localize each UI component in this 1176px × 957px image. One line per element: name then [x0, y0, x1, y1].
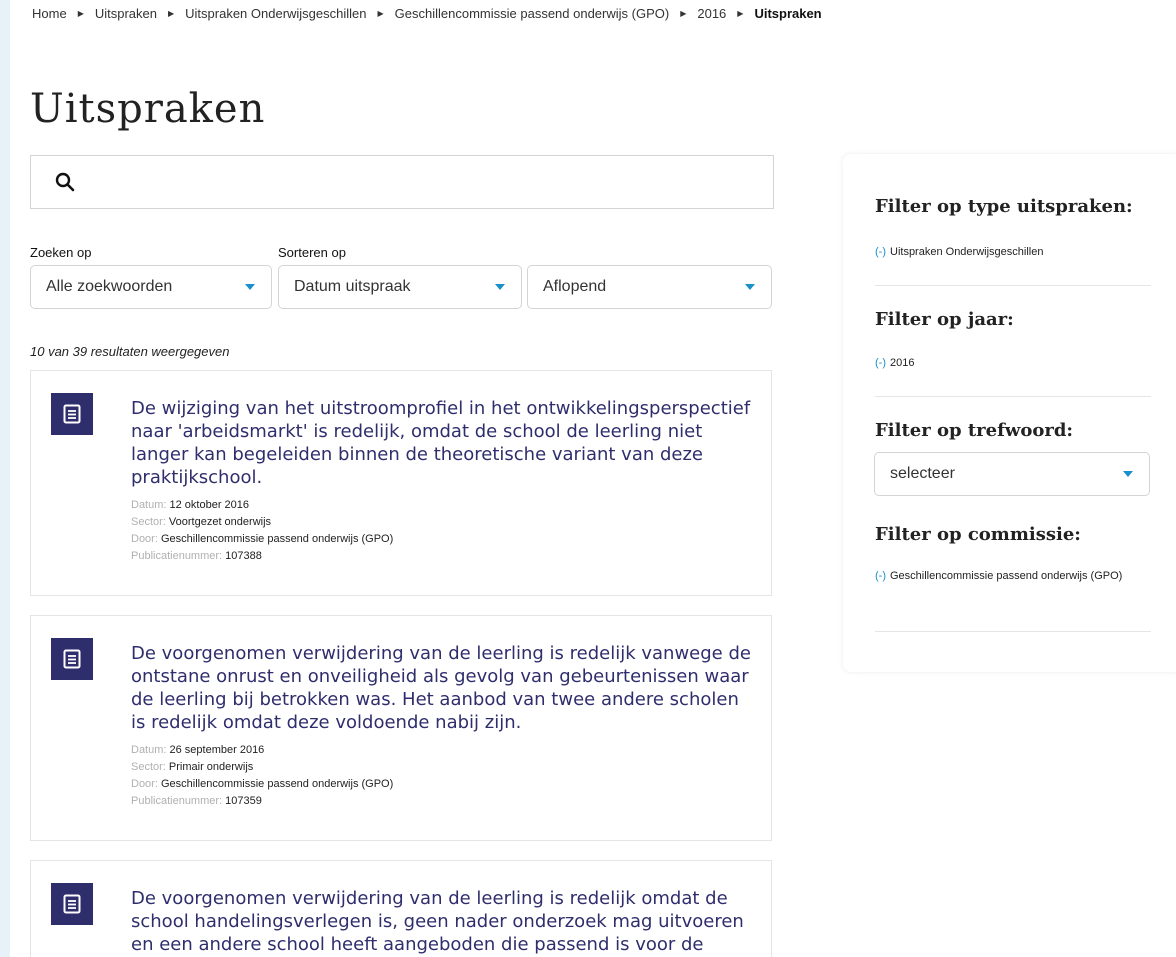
zoeken-op-value: Alle zoekwoorden	[46, 278, 173, 295]
meta-value: Geschillencommissie passend onderwijs (G…	[160, 778, 394, 790]
meta-value: Primair onderwijs	[168, 761, 254, 773]
chevron-down-icon	[495, 284, 505, 290]
meta-value: 107359	[225, 795, 262, 807]
chevron-down-icon	[745, 284, 755, 290]
keyword-select[interactable]: selecteer	[874, 452, 1150, 496]
result-count: 10 van 39 resultaten weergegeven	[30, 344, 230, 359]
result-title[interactable]: De voorgenomen verwijdering van de leerl…	[131, 887, 756, 957]
breadcrumb-gpo[interactable]: Geschillencommissie passend onderwijs (G…	[395, 6, 670, 21]
sorteren-op-label: Sorteren op	[278, 245, 346, 260]
meta-key: Door:	[131, 533, 161, 545]
meta-publicatienummer: Publicatienummer: 107359	[131, 793, 393, 810]
result-meta: Datum: 26 september 2016 Sector: Primair…	[131, 742, 393, 810]
sort-order-select[interactable]: Aflopend	[527, 265, 772, 309]
filter-type-heading: Filter op type uitspraken:	[875, 196, 1133, 217]
breadcrumb-separator-icon: ▶	[680, 9, 687, 18]
filter-commission-heading: Filter op commissie:	[875, 524, 1081, 545]
breadcrumb-onderwijsgeschillen[interactable]: Uitspraken Onderwijsgeschillen	[185, 6, 366, 21]
zoeken-op-label: Zoeken op	[30, 245, 92, 260]
result-title[interactable]: De voorgenomen verwijdering van de leerl…	[131, 642, 756, 734]
remove-filter-icon[interactable]: (-)	[875, 357, 886, 369]
meta-door: Door: Geschillencommissie passend onderw…	[131, 776, 393, 793]
breadcrumb-uitspraken[interactable]: Uitspraken	[95, 6, 157, 21]
meta-key: Sector:	[131, 516, 169, 528]
sort-order-value: Aflopend	[543, 278, 607, 295]
divider	[875, 396, 1151, 397]
meta-datum: Datum: 26 september 2016	[131, 742, 393, 759]
chevron-down-icon	[245, 284, 255, 290]
filter-commission-value: Geschillencommissie passend onderwijs (G…	[890, 570, 1123, 582]
meta-key: Datum:	[131, 744, 170, 756]
zoeken-op-select[interactable]: Alle zoekwoorden	[30, 265, 272, 309]
filter-type-item[interactable]: (-) Uitspraken Onderwijsgeschillen	[875, 244, 1155, 261]
filter-keyword-heading: Filter op trefwoord:	[875, 420, 1074, 441]
meta-key: Datum:	[131, 499, 170, 511]
filter-year-heading: Filter op jaar:	[875, 309, 1014, 330]
document-icon	[51, 393, 93, 435]
breadcrumb: Home ▶ Uitspraken ▶ Uitspraken Onderwijs…	[32, 6, 822, 21]
meta-key: Publicatienummer:	[131, 550, 226, 562]
meta-key: Door:	[131, 778, 161, 790]
remove-filter-icon[interactable]: (-)	[875, 246, 886, 258]
search-input[interactable]	[89, 157, 773, 207]
document-icon	[51, 883, 93, 925]
breadcrumb-separator-icon: ▶	[167, 9, 175, 18]
meta-sector: Sector: Voortgezet onderwijs	[131, 514, 393, 531]
result-meta: Datum: 12 oktober 2016 Sector: Voortgeze…	[131, 497, 393, 565]
meta-value: Geschillencommissie passend onderwijs (G…	[160, 533, 394, 545]
chevron-down-icon	[1123, 471, 1133, 477]
search-box[interactable]	[30, 155, 774, 209]
result-card[interactable]: De voorgenomen verwijdering van de leerl…	[30, 615, 772, 841]
divider	[875, 631, 1151, 632]
sorteren-op-select[interactable]: Datum uitspraak	[278, 265, 522, 309]
breadcrumb-current: Uitspraken	[754, 6, 822, 21]
document-icon	[51, 638, 93, 680]
meta-sector: Sector: Primair onderwijs	[131, 759, 393, 776]
meta-value: 12 oktober 2016	[169, 499, 250, 511]
divider	[875, 285, 1151, 286]
meta-value: Voortgezet onderwijs	[168, 516, 272, 528]
breadcrumb-separator-icon: ▶	[377, 9, 384, 18]
meta-datum: Datum: 12 oktober 2016	[131, 497, 393, 514]
meta-value: 26 september 2016	[169, 744, 265, 756]
breadcrumb-separator-icon: ▶	[737, 9, 744, 18]
keyword-select-value: selecteer	[890, 465, 955, 482]
sorteren-op-value: Datum uitspraak	[294, 278, 411, 295]
page: Home ▶ Uitspraken ▶ Uitspraken Onderwijs…	[10, 0, 1176, 957]
breadcrumb-separator-icon: ▶	[77, 9, 84, 18]
remove-filter-icon[interactable]: (-)	[875, 570, 886, 582]
search-icon[interactable]	[55, 172, 75, 192]
meta-door: Door: Geschillencommissie passend onderw…	[131, 531, 393, 548]
filter-year-item[interactable]: (-) 2016	[875, 355, 1155, 372]
breadcrumb-home[interactable]: Home	[32, 6, 67, 21]
result-card[interactable]: De voorgenomen verwijdering van de leerl…	[30, 860, 772, 957]
meta-key: Publicatienummer:	[131, 795, 226, 807]
breadcrumb-year[interactable]: 2016	[697, 6, 726, 21]
filter-sidebar: Filter op type uitspraken: (-) Uitspraken…	[843, 154, 1176, 672]
meta-value: 107388	[225, 550, 262, 562]
filter-type-value: Uitspraken Onderwijsgeschillen	[890, 246, 1044, 258]
meta-publicatienummer: Publicatienummer: 107388	[131, 548, 393, 565]
meta-key: Sector:	[131, 761, 169, 773]
result-card[interactable]: De wijziging van het uitstroomprofiel in…	[30, 370, 772, 596]
result-title[interactable]: De wijziging van het uitstroomprofiel in…	[131, 397, 756, 489]
filter-year-value: 2016	[890, 357, 915, 369]
filter-commission-item[interactable]: (-) Geschillencommissie passend onderwijs…	[875, 568, 1155, 585]
page-title: Uitspraken	[30, 86, 266, 132]
